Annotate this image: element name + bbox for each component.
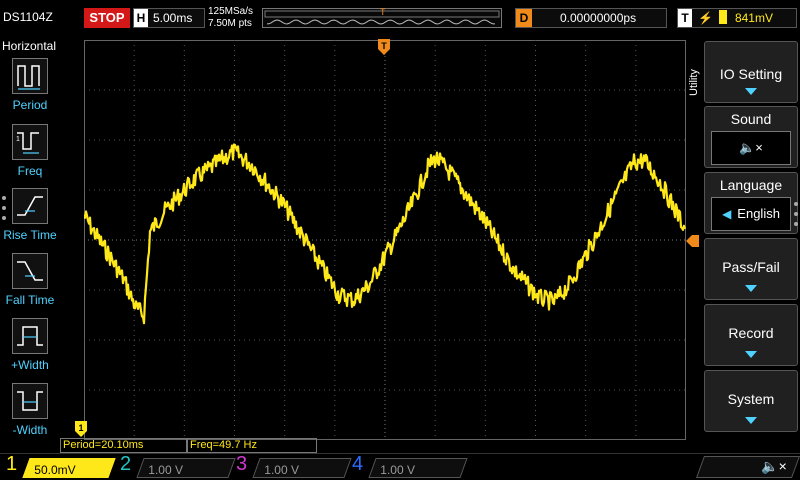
chevron-down-icon [745, 351, 757, 358]
language-value: English [737, 206, 780, 221]
chevron-left-icon: ◀ [722, 207, 732, 221]
channel-4[interactable]: 4 1.00 V [352, 453, 468, 480]
channel-4-scale: 1.00 V [380, 463, 415, 477]
channel-2[interactable]: 2 1.00 V [120, 453, 236, 480]
delay-label: D [516, 9, 532, 27]
measure-period[interactable]: Period [0, 58, 60, 120]
rise-time-icon [12, 188, 48, 224]
pass-fail-button[interactable]: Pass/Fail [704, 238, 798, 300]
measure-negative-width[interactable]: -Width [0, 383, 60, 445]
speaker-muted-icon: 🔈× [761, 458, 787, 474]
channel-3[interactable]: 3 1.00 V [236, 453, 352, 480]
waveform-display[interactable] [84, 40, 686, 440]
horizontal-label: H [134, 9, 148, 27]
speaker-muted-icon: 🔈× [711, 131, 791, 165]
positive-width-label: +Width [11, 358, 49, 372]
chevron-down-icon [745, 88, 757, 95]
channel-3-number: 3 [236, 453, 248, 475]
trigger-status[interactable]: T ⚡ 841mV [677, 8, 797, 28]
record-label: Record [728, 325, 774, 341]
rising-edge-icon: ⚡ [698, 11, 713, 25]
channel-4-number: 4 [352, 453, 364, 475]
trigger-label: T [678, 9, 692, 27]
horizontal-measure-panel: Horizontal Period 1 Freq Rise Time Fall … [0, 36, 60, 440]
system-button[interactable]: System [704, 370, 798, 432]
period-label: Period [12, 98, 48, 112]
menu-scroll-dots [794, 202, 800, 232]
channel-1[interactable]: 1 50.0mV [6, 453, 116, 480]
fall-time-label: Fall Time [5, 293, 55, 307]
freq-measurement: Freq=49.7 Hz [187, 438, 317, 453]
channel-2-number: 2 [120, 453, 132, 475]
waveform-grid [84, 40, 686, 440]
trigger-level-marker[interactable] [686, 235, 700, 247]
top-status-bar: DS1104Z STOP H 5.00ms 125MSa/s 7.50M pts … [0, 0, 800, 36]
io-setting-button[interactable]: IO Setting [704, 41, 798, 103]
sound-label: Sound [730, 111, 772, 127]
trigger-position-marker[interactable]: T [377, 38, 391, 56]
freq-icon: 1 [12, 124, 48, 160]
channel-3-scale-box: 1.00 V [252, 458, 352, 478]
pass-fail-label: Pass/Fail [722, 259, 780, 275]
freq-label: Freq [17, 164, 43, 178]
fall-time-icon [12, 253, 48, 289]
panel-title: Horizontal [2, 39, 57, 53]
record-button[interactable]: Record [704, 304, 798, 366]
channel-3-scale: 1.00 V [264, 463, 299, 477]
channel-1-scale-box: 50.0mV [22, 458, 116, 478]
svg-text:1: 1 [78, 423, 83, 433]
system-label: System [727, 391, 775, 407]
sample-rate: 125MSa/s [208, 6, 254, 17]
acquisition-info: 125MSa/s 7.50M pts [208, 6, 253, 30]
chevron-down-icon [745, 285, 757, 292]
measure-rise-time[interactable]: Rise Time [0, 188, 60, 250]
channel-2-scale-box: 1.00 V [136, 458, 236, 478]
memory-depth: 7.50M pts [208, 18, 252, 29]
trigger-source-flag [718, 10, 727, 24]
period-icon [12, 58, 48, 94]
delay-value: 0.00000000ps [560, 11, 637, 25]
negative-width-icon [12, 383, 48, 419]
menu-title: Utility [688, 69, 700, 96]
language-select[interactable]: ◀ English [711, 197, 791, 231]
measure-fall-time[interactable]: Fall Time [0, 253, 60, 315]
horizontal-delay[interactable]: D 0.00000000ps [515, 8, 667, 28]
channel-2-scale: 1.00 V [148, 463, 183, 477]
io-setting-label: IO Setting [719, 66, 783, 82]
svg-text:T: T [381, 41, 387, 51]
negative-width-label: -Width [12, 423, 48, 437]
horizontal-timebase[interactable]: H 5.00ms [133, 8, 205, 28]
timebase-value: 5.00ms [153, 11, 193, 25]
rise-time-label: Rise Time [3, 228, 57, 242]
channel-1-number: 1 [6, 453, 18, 475]
utility-menu: IO Setting Sound 🔈× Language ◀ English Pa… [704, 36, 800, 440]
memory-trigger-marker: T [380, 7, 386, 17]
language-button[interactable]: Language ◀ English [704, 172, 798, 234]
trigger-level: 841mV [734, 11, 773, 25]
channel-1-scale: 50.0mV [34, 463, 76, 477]
measure-positive-width[interactable]: +Width [0, 318, 60, 380]
sound-button[interactable]: Sound 🔈× [704, 106, 798, 168]
sound-status[interactable]: 🔈× [695, 456, 800, 478]
channel-4-scale-box: 1.00 V [368, 458, 468, 478]
channel-bar: 1 50.0mV 2 1.00 V 3 1.00 V 4 1.00 V 🔈× [0, 453, 800, 480]
measure-freq[interactable]: 1 Freq [0, 124, 60, 186]
chevron-down-icon [745, 417, 757, 424]
language-label: Language [719, 177, 783, 193]
run-stop-indicator[interactable]: STOP [84, 8, 130, 28]
period-measurement: Period=20.10ms [60, 438, 187, 453]
svg-text:1: 1 [16, 136, 20, 143]
positive-width-icon [12, 318, 48, 354]
ch1-ground-marker[interactable]: 1 [74, 420, 88, 438]
model-name: DS1104Z [3, 10, 53, 24]
